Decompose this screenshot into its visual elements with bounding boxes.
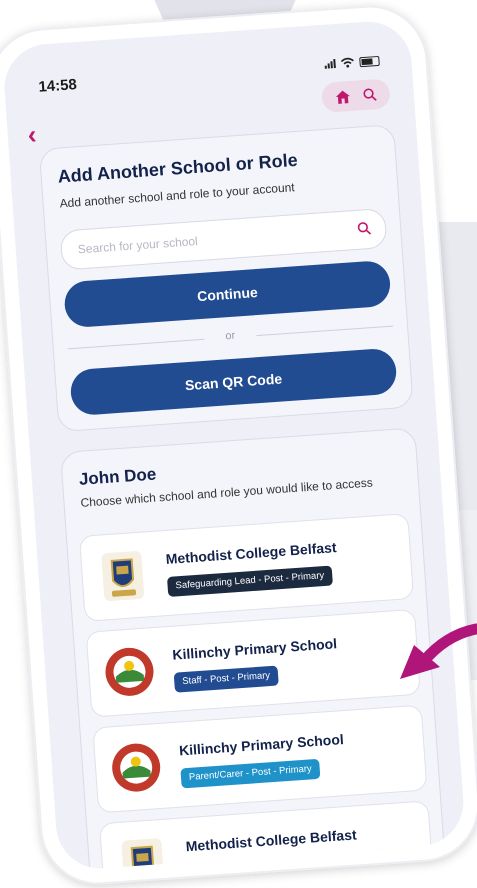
signal-icon — [324, 58, 336, 69]
search-icon[interactable] — [362, 87, 377, 102]
school-name: Methodist College Belfast — [165, 539, 338, 568]
status-time: 14:58 — [37, 76, 78, 96]
wifi-icon — [340, 57, 354, 68]
pointer-arrow-icon — [400, 623, 477, 679]
school-option[interactable]: Methodist College Belfast Safeguarding L… — [78, 513, 415, 622]
phone-frame: 14:58 ‹ Add Another School or Role Add a… — [0, 1, 477, 888]
scan-qr-button[interactable]: Scan QR Code — [69, 347, 398, 417]
top-actions — [320, 78, 391, 113]
home-icon[interactable] — [334, 89, 351, 105]
user-name: John Doe — [78, 464, 157, 489]
app-screen: 14:58 ‹ Add Another School or Role Add a… — [1, 18, 467, 872]
school-option[interactable]: Killinchy Primary School Staff - Post - … — [85, 608, 421, 718]
school-name: Methodist College Belfast — [185, 826, 358, 855]
killinchy-badge-icon — [105, 647, 154, 696]
battery-icon — [359, 55, 380, 67]
school-name: Killinchy Primary School — [178, 731, 345, 759]
status-icons — [324, 55, 380, 70]
killinchy-badge-icon — [112, 743, 161, 792]
school-option[interactable]: Killinchy Primary School Parent/Carer - … — [92, 704, 428, 814]
crest-icon — [121, 838, 165, 872]
crest-icon — [101, 551, 145, 602]
school-search-input[interactable]: Search for your school — [59, 207, 388, 271]
school-selection-card: John Doe Choose which school and role yo… — [60, 427, 446, 872]
role-badge: Parent/Carer - Post - Primary — [180, 758, 321, 789]
back-button[interactable]: ‹ — [27, 119, 38, 150]
add-school-card: Add Another School or Role Add another s… — [38, 124, 414, 433]
role-badge: Staff - Post - Primary — [173, 665, 279, 693]
search-icon — [357, 222, 372, 235]
search-placeholder: Search for your school — [77, 234, 199, 257]
role-badge: Safeguarding Lead - Post - Primary — [166, 565, 333, 597]
school-name: Killinchy Primary School — [171, 635, 338, 663]
